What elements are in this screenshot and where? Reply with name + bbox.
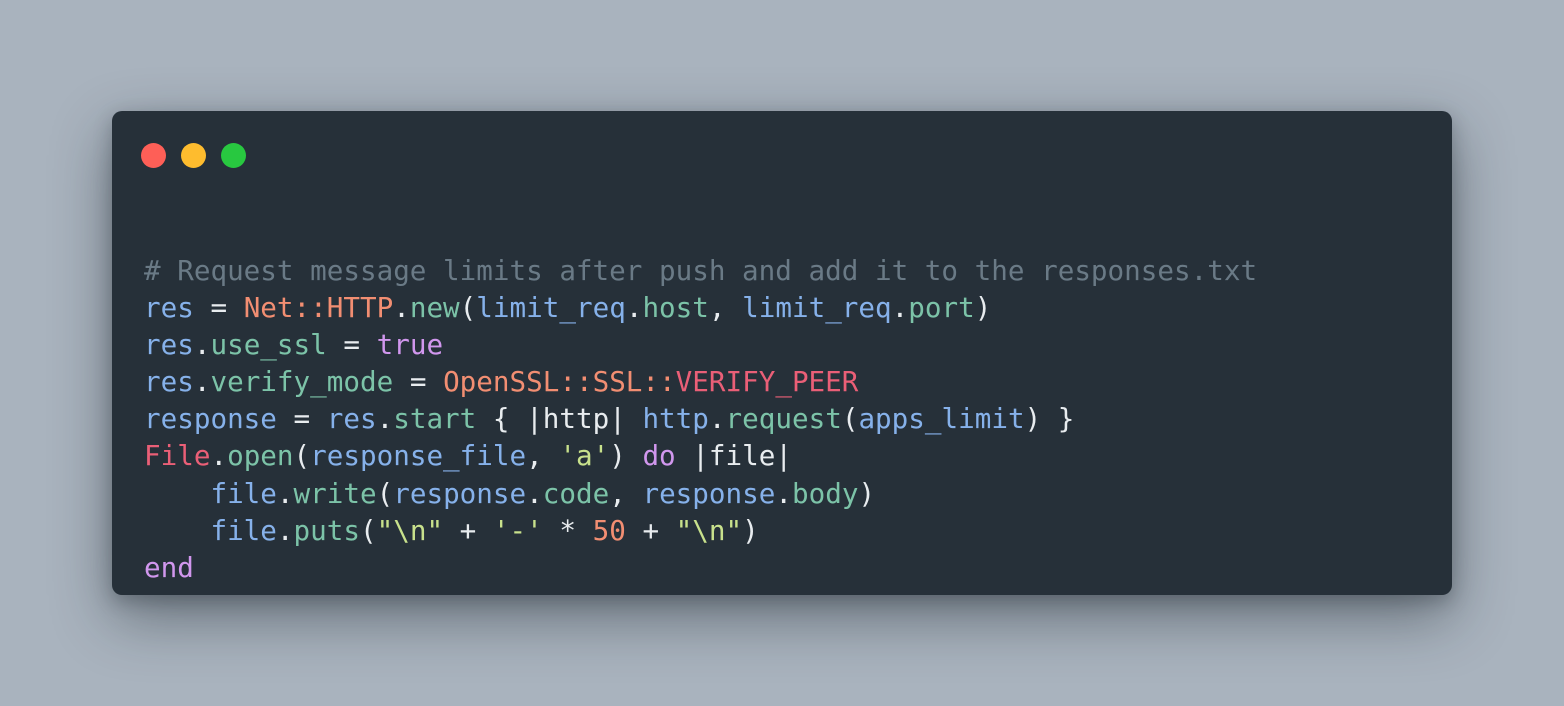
code-token-punct: ) } [1024,402,1075,436]
code-token-punct: ) [858,476,876,510]
code-token-punct [144,477,210,510]
code-token-punct: ) [609,439,643,473]
code-token-method: puts [293,513,360,547]
code-token-method: port [908,291,975,325]
code-token-string: "\n" [376,513,444,547]
code-line: file.puts("\n" + '-' * 50 + "\n") [144,512,1257,549]
code-token-punct: ( [359,513,377,547]
code-token-keyword: do [642,439,676,473]
code-token-punct: . [193,365,211,399]
code-token-string: "\n" [675,513,743,547]
code-token-punct: = [326,328,377,362]
code-token-punct: . [625,291,643,325]
code-token-punct: . [193,328,211,362]
code-token-punct: . [376,402,394,436]
code-token-var: res [326,402,377,436]
code-token-class: Net::HTTP [243,291,394,325]
code-token-string: '-' [492,513,543,547]
code-token-comment: # Request message limits after push and … [144,254,1258,287]
code-token-punct [144,514,210,547]
code-token-method: host [642,291,709,325]
code-token-var: response_file [310,439,527,473]
code-token-punct: , [609,476,643,510]
code-token-punct: |file| [675,439,792,473]
code-token-var: res [144,365,194,399]
code-window: # Request message limits after push and … [112,111,1452,595]
minimize-button[interactable] [181,143,206,168]
code-token-punct: . [393,291,410,325]
code-block: # Request message limits after push and … [144,252,1257,586]
code-token-keyword: true [376,328,444,362]
code-token-punct: = [276,402,327,436]
code-token-punct: . [891,291,909,325]
code-token-keyword: end [144,550,194,584]
code-token-var: response [642,476,776,510]
code-token-punct: , [526,439,560,473]
code-token-punct: ( [459,291,477,325]
code-token-var: limit_req [742,291,892,325]
zoom-button[interactable] [221,143,246,168]
code-token-var: response [144,402,277,436]
code-line: # Request message limits after push and … [144,252,1257,289]
code-token-class: OpenSSL::SSL:: [443,365,676,399]
code-token-punct: . [276,513,294,547]
code-token-var: response [393,476,527,510]
code-token-var: res [144,328,194,362]
code-token-punct: + [625,513,676,547]
code-token-method: use_ssl [210,328,327,362]
code-token-var: http [642,402,709,436]
code-line: File.open(response_file, 'a') do |file| [144,437,1257,474]
code-token-var: file [210,513,277,547]
code-token-punct: ( [841,402,859,436]
code-token-punct: = [393,365,444,399]
code-token-punct: . [276,476,294,510]
code-token-punct: ) [974,291,992,325]
code-token-method: open [227,439,294,473]
code-token-punct: . [210,439,228,473]
code-line: res.verify_mode = OpenSSL::SSL::VERIFY_P… [144,363,1257,400]
code-token-var: res [144,291,194,325]
code-token-method: new [409,291,460,325]
code-token-var: limit_req [476,291,626,325]
code-token-punct: { |http| [476,402,643,436]
code-token-punct: ( [293,439,311,473]
code-line: response = res.start { |http| http.reque… [144,400,1257,437]
code-line: file.write(response.code, response.body) [144,475,1257,512]
code-line: res.use_ssl = true [144,326,1257,363]
code-token-punct: , [708,291,743,325]
code-token-punct: ) [742,513,759,547]
code-line: end [144,549,1257,586]
code-token-punct: . [708,402,726,436]
code-token-method: request [725,402,842,436]
code-token-number: 50 [592,513,626,547]
code-token-var: apps_limit [858,402,1025,436]
code-token-method: verify_mode [210,365,394,399]
code-token-string: 'a' [559,439,610,473]
code-token-punct: . [526,476,543,510]
code-line: res = Net::HTTP.new(limit_req.host, limi… [144,289,1257,326]
code-token-method: start [393,402,477,436]
code-token-punct: = [193,291,244,325]
close-button[interactable] [141,143,166,168]
code-token-punct: . [775,476,792,510]
code-token-method: code [542,476,610,510]
code-token-punct: ( [376,476,394,510]
code-token-punct: * [542,513,593,547]
code-token-punct: + [443,513,493,547]
code-token-const: File [144,439,211,473]
code-token-method: write [293,476,377,510]
code-token-method: body [791,476,859,510]
code-token-var: file [210,476,277,510]
code-token-const: VERIFY_PEER [675,365,859,399]
